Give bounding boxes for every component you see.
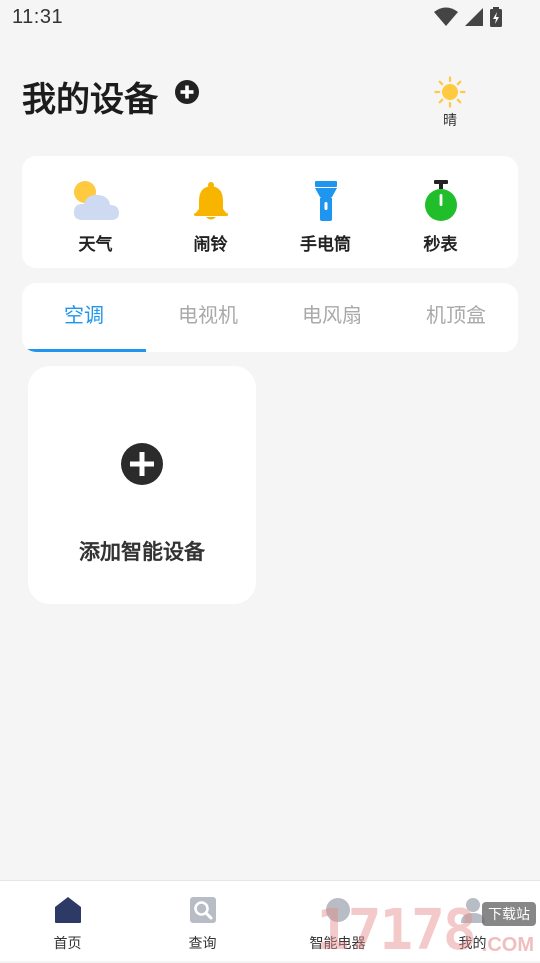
nav-label: 查询 xyxy=(188,935,217,951)
flashlight-icon xyxy=(301,178,351,224)
add-smart-device-card[interactable]: 添加智能设备 xyxy=(28,366,256,604)
tool-label: 秒表 xyxy=(423,235,458,254)
page-title: 我的设备 xyxy=(22,81,158,119)
alarm-bell-icon xyxy=(186,178,236,224)
weather-widget[interactable]: 晴 xyxy=(426,76,474,130)
nav-label: 首页 xyxy=(53,935,82,951)
category-tabs: 空调 电视机 电风扇 机顶盒 xyxy=(22,283,518,352)
appliance-icon xyxy=(323,895,353,925)
tab-fan[interactable]: 电风扇 xyxy=(270,283,394,352)
nav-label: 我的 xyxy=(458,935,487,951)
tab-set-top-box[interactable]: 机顶盒 xyxy=(394,283,518,352)
nav-home[interactable]: 首页 xyxy=(0,881,135,961)
add-device-icon[interactable] xyxy=(175,80,199,104)
status-icons xyxy=(434,7,502,27)
search-icon xyxy=(188,895,218,925)
tool-weather[interactable]: 天气 xyxy=(38,156,153,268)
tab-tv[interactable]: 电视机 xyxy=(146,283,270,352)
wifi-icon xyxy=(434,7,458,26)
nav-search[interactable]: 查询 xyxy=(135,881,270,961)
sun-icon xyxy=(434,76,466,108)
profile-icon xyxy=(458,895,488,925)
tool-stopwatch[interactable]: 秒表 xyxy=(383,156,498,268)
tool-label: 闹铃 xyxy=(193,235,228,254)
nav-smart-appliances[interactable]: 智能电器 xyxy=(270,881,405,961)
add-circle-icon xyxy=(121,443,163,485)
weather-condition: 晴 xyxy=(443,112,457,128)
battery-icon xyxy=(490,7,502,27)
status-time: 11:31 xyxy=(12,6,64,28)
tab-air-conditioner[interactable]: 空调 xyxy=(22,283,146,352)
stopwatch-icon xyxy=(416,178,466,224)
nav-label: 智能电器 xyxy=(309,935,366,951)
add-smart-device-label: 添加智能设备 xyxy=(79,541,205,564)
tool-alarm[interactable]: 闹铃 xyxy=(153,156,268,268)
tool-flashlight[interactable]: 手电筒 xyxy=(268,156,383,268)
tool-label: 手电筒 xyxy=(300,235,351,254)
tools-card: 天气 闹铃 手电筒 秒表 xyxy=(22,156,518,268)
tool-label: 天气 xyxy=(78,235,113,254)
bottom-nav: 首页 查询 智能电器 我的 xyxy=(0,880,540,961)
weather-cloud-sun-icon xyxy=(71,178,121,224)
nav-profile[interactable]: 我的 xyxy=(405,881,540,961)
home-icon xyxy=(53,895,83,925)
status-bar: 11:31 xyxy=(0,0,540,36)
cell-signal-icon xyxy=(465,8,483,26)
